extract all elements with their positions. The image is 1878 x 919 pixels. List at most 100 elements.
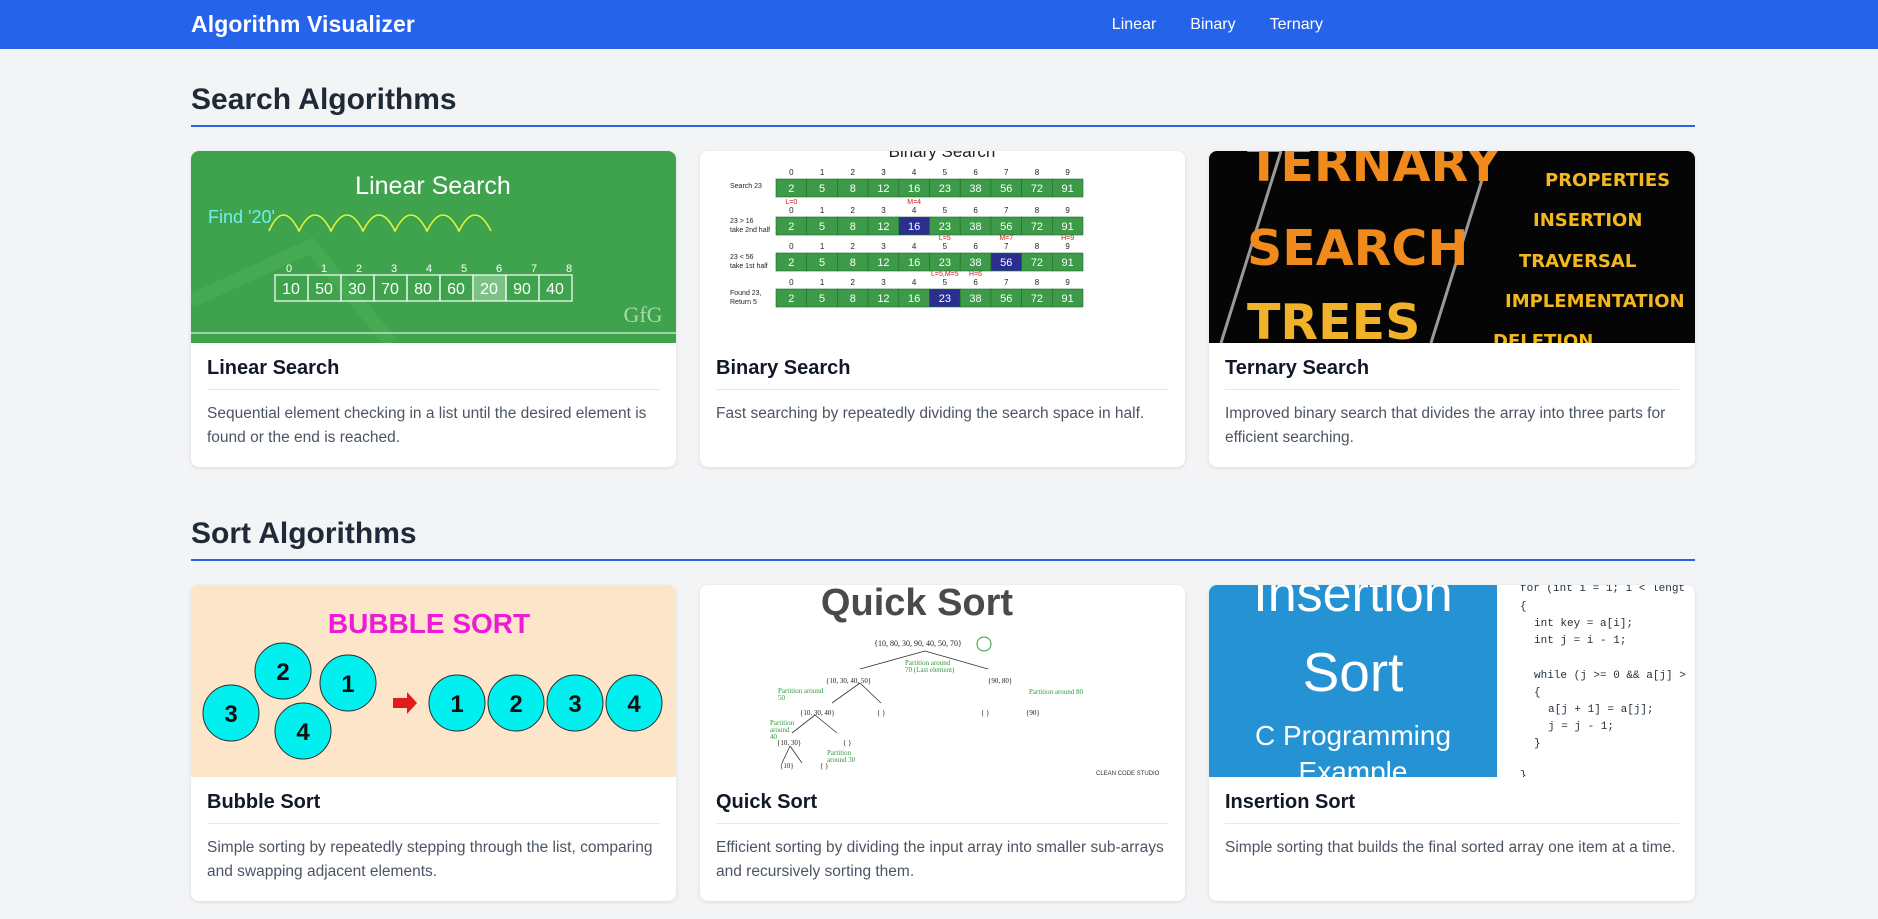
card-ternary-search[interactable]: TERNARY SEARCH TREES PROPERTIES INSERTIO… [1209, 151, 1695, 467]
bs-index: 5 [943, 168, 948, 177]
bs-index: 3 [881, 278, 886, 287]
bs-index: 3 [881, 206, 886, 215]
card-body: Bubble Sort Simple sorting by repeatedly… [191, 777, 676, 884]
card-title: Bubble Sort [207, 791, 660, 824]
bs-index: 8 [1035, 168, 1040, 177]
bs-value: 8 [850, 257, 856, 269]
card-description: Improved binary search that divides the … [1225, 405, 1666, 446]
bs-value: 91 [1062, 221, 1074, 233]
bs-value: 56 [1000, 221, 1012, 233]
bs-index: 2 [851, 168, 856, 177]
bubble-sort-image: BUBBLE SORT 3 2 4 1 1 2 3 4 [191, 585, 676, 777]
card-title: Binary Search [716, 357, 1169, 390]
svg-text:0: 0 [286, 263, 292, 275]
bs-index: 3 [881, 242, 886, 251]
bs-index: 5 [943, 206, 948, 215]
svg-text:80: 80 [414, 281, 432, 298]
bs-index: 8 [1035, 242, 1040, 251]
svg-text:INSERTION: INSERTION [1533, 210, 1642, 231]
svg-text:TREES: TREES [1247, 294, 1420, 343]
card-bubble-sort[interactable]: BUBBLE SORT 3 2 4 1 1 2 3 4 Bubble Sort … [191, 585, 676, 901]
nav-link-linear[interactable]: Linear [1112, 16, 1156, 34]
svg-text:Quick Sort: Quick Sort [821, 585, 1013, 624]
card-body: Insertion Sort Simple sorting that build… [1209, 777, 1695, 860]
nav-link-binary[interactable]: Binary [1190, 16, 1235, 34]
nav-link-ternary[interactable]: Ternary [1270, 16, 1323, 34]
svg-text:2: 2 [356, 263, 362, 275]
card-linear-search[interactable]: Linear Search Find '20' 0 1 2 3 4 5 6 7 … [191, 151, 676, 467]
svg-text:40: 40 [546, 281, 564, 298]
bs-index: 7 [1004, 242, 1009, 251]
card-title: Insertion Sort [1225, 791, 1679, 824]
bs-value: 2 [788, 183, 794, 195]
bs-index: 0 [789, 278, 794, 287]
bs-value: 16 [908, 293, 920, 305]
svg-text:20: 20 [480, 281, 498, 298]
svg-text:{ }: { } [877, 709, 885, 717]
card-quick-sort[interactable]: Quick Sort {10, 80, 30, 90, 40, 50, 70} … [700, 585, 1185, 901]
bs-marker: M=4 [907, 199, 921, 206]
bs-index: 9 [1065, 278, 1070, 287]
bs-index: 0 [789, 242, 794, 251]
bs-value: 72 [1031, 221, 1043, 233]
bs-value: 16 [908, 221, 920, 233]
svg-text:}: } [1534, 738, 1541, 750]
svg-text:Partition around 80: Partition around 80 [1029, 688, 1084, 696]
svg-text:{10, 80, 30, 90, 40, 50, 70}: {10, 80, 30, 90, 40, 50, 70} [874, 639, 962, 648]
bs-row-label: 23 < 56 [730, 254, 754, 261]
card-binary-search[interactable]: Binary Search 0 1 2 3 4 5 6 7 8 9 2 5 8 12 16 23 38 56 72 9… [700, 151, 1185, 467]
card-insertion-sort[interactable]: Insertion Sort C Programming Example for… [1209, 585, 1695, 901]
bs-marker: L=5 [939, 235, 951, 242]
svg-text:{10}: {10} [780, 762, 794, 770]
bs-index: 3 [881, 168, 886, 177]
bs-index: 4 [912, 242, 917, 251]
main-nav: Linear Binary Ternary [1112, 16, 1323, 34]
bs-index: 8 [1035, 278, 1040, 287]
svg-text:40: 40 [770, 733, 778, 741]
svg-text:70 (Last element): 70 (Last element) [905, 666, 955, 674]
svg-text:Sort: Sort [1303, 641, 1404, 703]
svg-text:IMPLEMENTATION: IMPLEMENTATION [1505, 291, 1685, 312]
bs-index: 7 [1004, 168, 1009, 177]
bs-value: 16 [908, 183, 920, 195]
bs-value: 91 [1062, 183, 1074, 195]
bs-index: 7 [1004, 206, 1009, 215]
bs-index: 1 [820, 242, 825, 251]
bs-value: 72 [1031, 293, 1043, 305]
bs-value: 2 [788, 293, 794, 305]
svg-text:int j = i - 1;: int j = i - 1; [1534, 635, 1626, 647]
svg-text:{10, 30, 40}: {10, 30, 40} [800, 709, 835, 717]
bs-value: 12 [877, 293, 889, 305]
svg-text:2: 2 [276, 659, 289, 686]
svg-text:4: 4 [426, 263, 432, 275]
bs-index: 9 [1065, 168, 1070, 177]
linear-img-find: Find '20' [208, 207, 275, 227]
svg-text:Example: Example [1299, 756, 1408, 777]
linear-search-image: Linear Search Find '20' 0 1 2 3 4 5 6 7 … [191, 151, 676, 343]
svg-text:3: 3 [568, 691, 581, 718]
bs-value: 72 [1031, 183, 1043, 195]
binary-search-image: Binary Search 0 1 2 3 4 5 6 7 8 9 2 5 8 12 16 23 38 56 72 9… [700, 151, 1185, 343]
bs-value: 23 [939, 183, 951, 195]
bs-index: 5 [943, 242, 948, 251]
bs-marker: H=9 [1061, 235, 1074, 242]
bs-value: 2 [788, 221, 794, 233]
bs-marker: L=0 [785, 199, 797, 206]
app-title[interactable]: Algorithm Visualizer [191, 11, 415, 38]
svg-text:while (j >= 0 && a[j] >: while (j >= 0 && a[j] > [1534, 670, 1686, 682]
svg-text:90: 90 [513, 281, 531, 298]
quick-sort-image: Quick Sort {10, 80, 30, 90, 40, 50, 70} … [700, 585, 1185, 777]
svg-text:TRAVERSAL: TRAVERSAL [1519, 251, 1636, 272]
svg-text:{ }: { } [981, 709, 989, 717]
svg-text:CLEAN CODE STUDIO: CLEAN CODE STUDIO [1096, 771, 1160, 777]
card-description: Efficient sorting by dividing the input … [716, 839, 1164, 880]
bs-index: 9 [1065, 206, 1070, 215]
card-description: Fast searching by repeatedly dividing th… [716, 405, 1145, 422]
insertion-sort-image: Insertion Sort C Programming Example for… [1209, 585, 1695, 777]
bs-value: 5 [819, 257, 825, 269]
bs-value: 8 [850, 221, 856, 233]
card-title: Linear Search [207, 357, 660, 390]
bs-row-label: Return 5 [730, 299, 757, 306]
bs-value: 2 [788, 257, 794, 269]
search-cards-grid: Linear Search Find '20' 0 1 2 3 4 5 6 7 … [191, 151, 1695, 467]
